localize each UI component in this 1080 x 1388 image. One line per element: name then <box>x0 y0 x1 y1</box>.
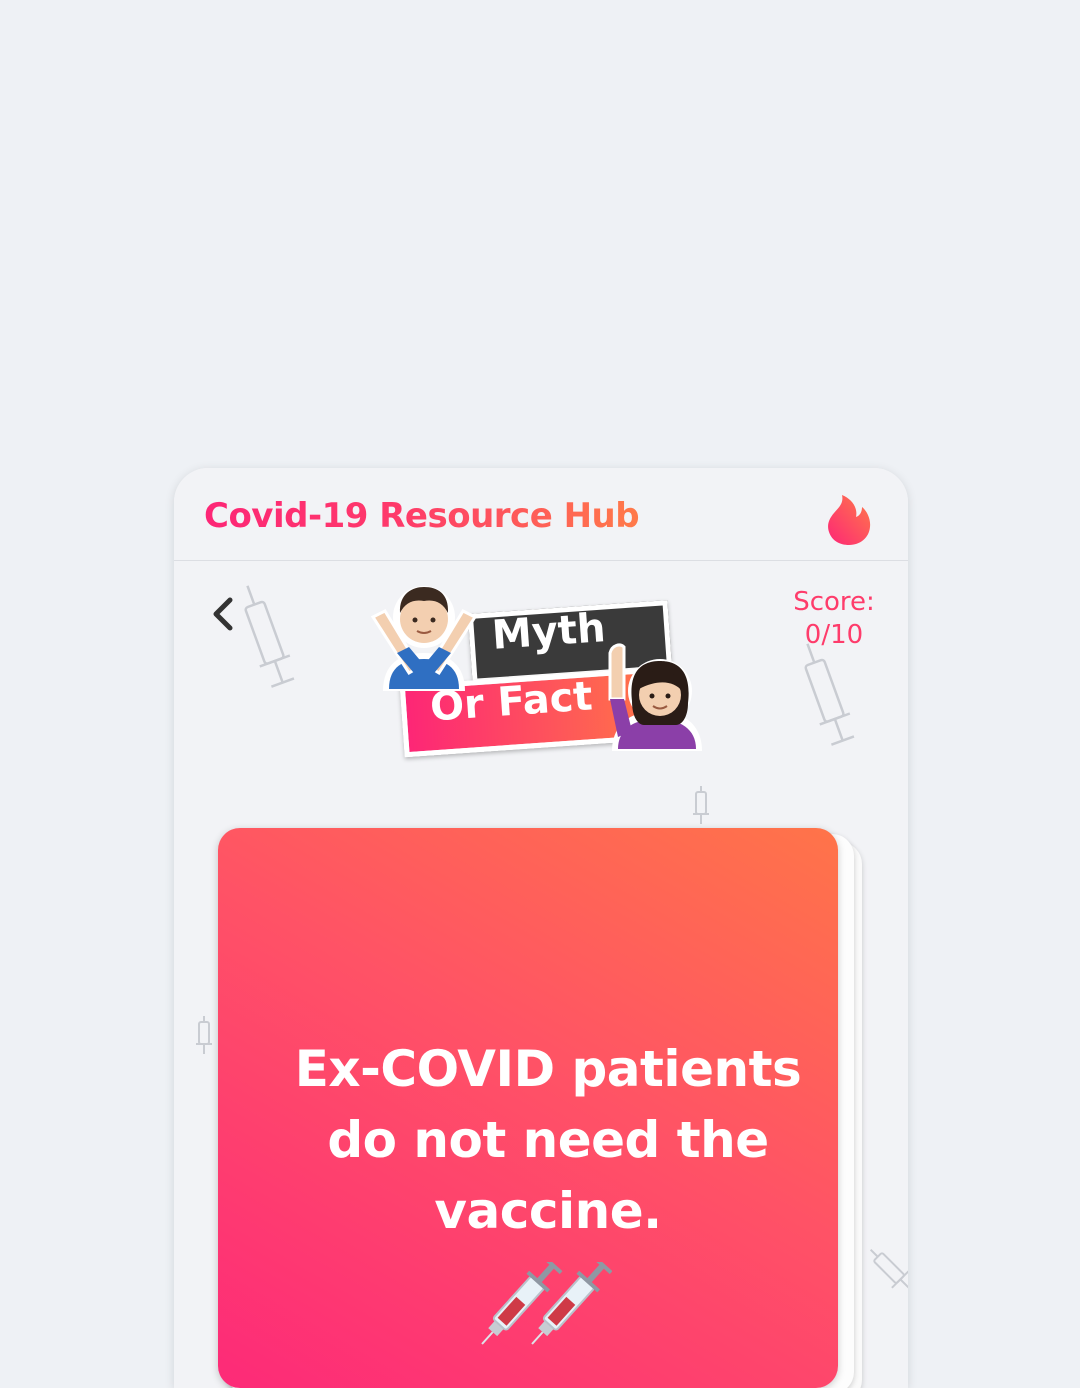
flame-icon[interactable] <box>826 494 872 546</box>
card-statement: Ex-COVID patients do not need the vaccin… <box>294 1040 802 1240</box>
woman-raising-hand-icon <box>608 643 702 751</box>
chevron-left-icon[interactable] <box>204 594 244 634</box>
syringe-decoration-icon <box>804 643 855 746</box>
score-display: Score: 0/10 <box>764 586 904 652</box>
syringe-icon <box>481 1262 612 1345</box>
app-title: Covid-19 Resource Hub <box>204 496 640 536</box>
myth-or-fact-logo: Myth Or Fact <box>364 573 709 773</box>
app-window: Covid-19 Resource Hub Myth Or Fact Score… <box>174 468 908 1388</box>
score-value: 0/10 <box>804 620 864 650</box>
myth-fact-card[interactable]: Ex-COVID patients do not need the vaccin… <box>218 828 838 1388</box>
myth-label: Myth <box>490 605 607 659</box>
man-gesturing-no-icon <box>370 586 478 691</box>
app-header: Covid-19 Resource Hub <box>174 468 908 561</box>
syringe-decoration-icon <box>693 786 709 824</box>
syringe-decoration-icon <box>869 1248 908 1290</box>
score-label: Score: <box>793 587 875 617</box>
syringe-decoration-icon <box>196 1016 212 1054</box>
